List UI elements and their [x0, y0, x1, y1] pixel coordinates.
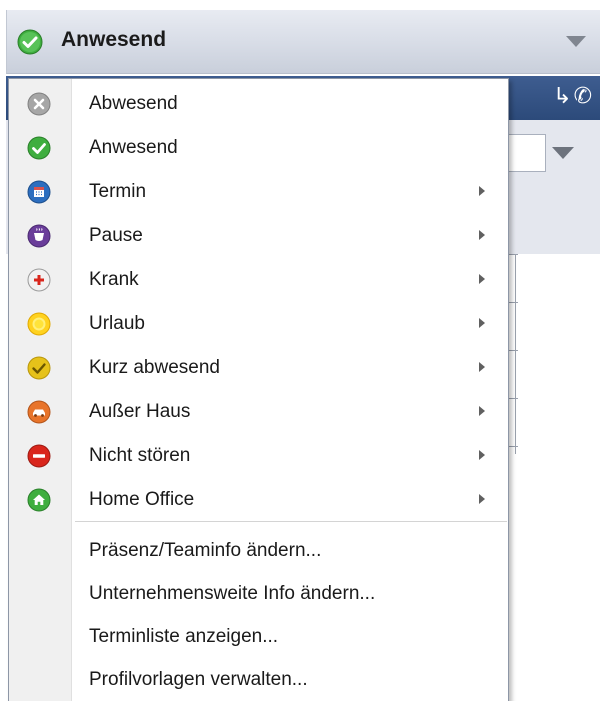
menu-item-home-office[interactable]: Home Office [9, 478, 508, 522]
menu-item-label: Unternehmensweite Info ändern... [89, 583, 376, 604]
forward-icon[interactable]: ↳ [553, 84, 573, 109]
menu-item-label: Termin [89, 181, 147, 202]
check-green-icon [17, 29, 43, 55]
submenu-arrow-icon [479, 318, 485, 328]
chevron-down-icon[interactable] [566, 36, 586, 47]
submenu-arrow-icon [479, 186, 485, 196]
menu-item-label: Außer Haus [89, 401, 191, 422]
menu-item-label: Terminliste anzeigen... [89, 626, 279, 647]
menu-item-label: Home Office [89, 489, 195, 510]
submenu-arrow-icon [479, 230, 485, 240]
menu-item-profilvorlagen[interactable]: Profilvorlagen verwalten... [9, 658, 508, 701]
car-icon [27, 400, 51, 424]
presence-status-selector[interactable]: Anwesend [6, 10, 600, 74]
submenu-arrow-icon [479, 450, 485, 460]
presence-app: Anwesend ↳✆ Abwesend Anwesend Termin Pau… [0, 0, 600, 701]
menu-separator [75, 521, 507, 523]
menu-item-terminliste[interactable]: Terminliste anzeigen... [9, 615, 508, 659]
menu-item-label: Krank [89, 269, 139, 290]
submenu-arrow-icon [479, 274, 485, 284]
submenu-arrow-icon [479, 362, 485, 372]
menu-item-pause[interactable]: Pause [9, 214, 508, 258]
submenu-arrow-icon [479, 494, 485, 504]
menu-item-anwesend[interactable]: Anwesend [9, 126, 508, 170]
current-status-label: Anwesend [61, 28, 167, 51]
menu-item-abwesend[interactable]: Abwesend [9, 82, 508, 126]
menu-item-label: Präsenz/Teaminfo ändern... [89, 540, 322, 561]
background-divider [515, 254, 516, 454]
menu-item-label: Kurz abwesend [89, 357, 220, 378]
absent-x-icon [27, 92, 51, 116]
calendar-icon [27, 180, 51, 204]
menu-item-kurz-abwesend[interactable]: Kurz abwesend [9, 346, 508, 390]
presence-menu: Abwesend Anwesend Termin Pause Krank Url… [8, 78, 509, 701]
coffee-cup-icon [27, 224, 51, 248]
menu-item-nicht-stoeren[interactable]: Nicht stören [9, 434, 508, 478]
short-absence-check-icon [27, 356, 51, 380]
menu-item-unternehmensweite-info[interactable]: Unternehmensweite Info ändern... [9, 572, 508, 616]
menu-item-label: Urlaub [89, 313, 145, 334]
menu-item-label: Anwesend [89, 137, 178, 158]
menu-item-ausser-haus[interactable]: Außer Haus [9, 390, 508, 434]
menu-item-label: Pause [89, 225, 143, 246]
menu-item-urlaub[interactable]: Urlaub [9, 302, 508, 346]
sun-icon [27, 312, 51, 336]
dropdown-arrow-icon[interactable] [552, 147, 574, 159]
menu-item-label: Profilvorlagen verwalten... [89, 669, 308, 690]
submenu-arrow-icon [479, 406, 485, 416]
toolbar-icons: ↳✆ [553, 84, 594, 109]
home-icon [27, 488, 51, 512]
phone-icon[interactable]: ✆ [574, 84, 594, 109]
menu-item-praesenz-teaminfo[interactable]: Präsenz/Teaminfo ändern... [9, 529, 508, 573]
menu-item-krank[interactable]: Krank [9, 258, 508, 302]
menu-item-label: Nicht stören [89, 445, 191, 466]
do-not-disturb-icon [27, 444, 51, 468]
menu-item-label: Abwesend [89, 93, 178, 114]
medical-cross-icon [27, 268, 51, 292]
menu-item-termin[interactable]: Termin [9, 170, 508, 214]
present-check-icon [27, 136, 51, 160]
